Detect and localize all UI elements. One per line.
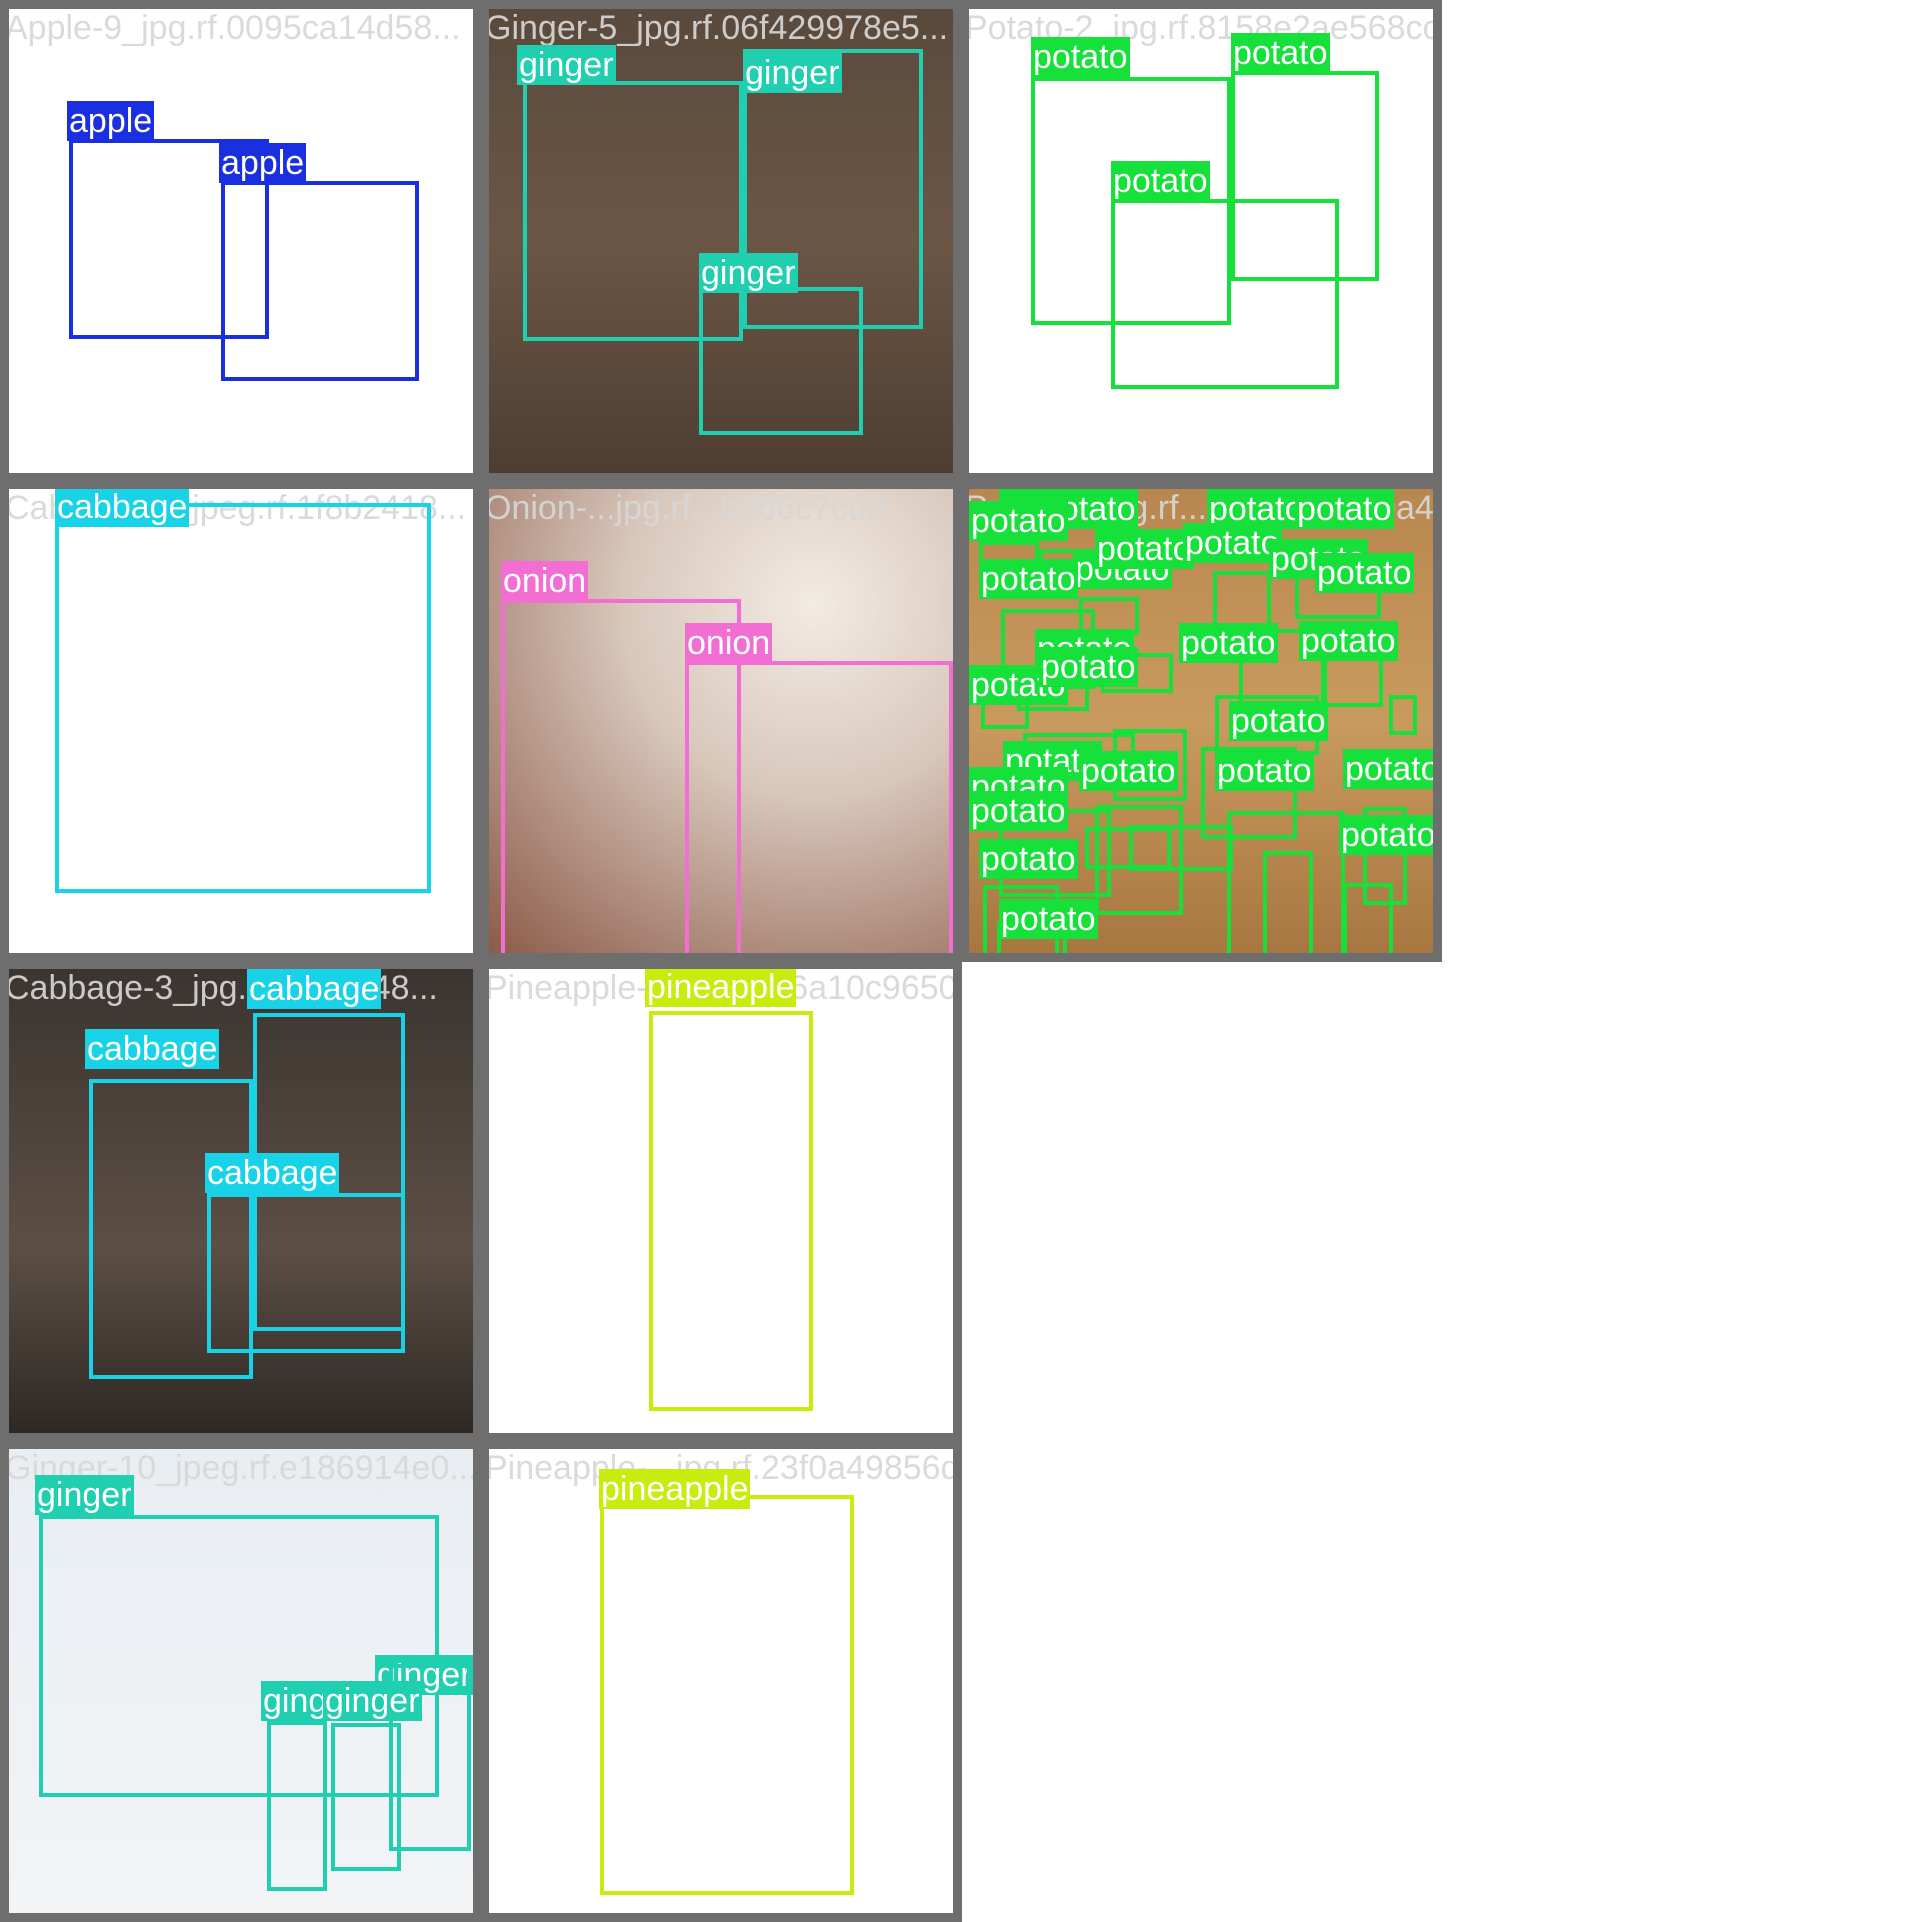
detection-label: potato	[1215, 751, 1314, 791]
bounding-box-potato	[1129, 825, 1233, 871]
detection-label: potato	[1183, 523, 1282, 563]
image-tile: Pineapple-...jpg.rf.23f0a49856da6ea74ca5…	[480, 1440, 962, 1922]
detection-label: potato	[1299, 621, 1398, 661]
detection-label: pineapple	[599, 1469, 751, 1509]
detection-label: ginger	[517, 45, 616, 85]
detection-label: onion	[685, 623, 773, 663]
detection-label: ginger	[35, 1475, 134, 1515]
bounding-box-potato	[1389, 695, 1417, 735]
image-tile: Cabbage-3_jpg.rf...726048... cabbage cabba…	[0, 960, 482, 1442]
detection-label: ginger	[743, 53, 842, 93]
detection-label: potato	[969, 501, 1068, 541]
image-tile: Cabbage-1_jpeg.rf.1f8b2418... cabbage	[0, 480, 482, 962]
bounding-box-ginger	[699, 287, 863, 435]
bounding-box-potato	[1323, 657, 1383, 707]
detection-label: pineapple	[645, 968, 797, 1007]
image-tile: Potato-...jpg.rf...ad212ba939a4c05eapota…	[960, 480, 1442, 962]
bounding-box-potato	[1213, 571, 1271, 627]
detection-label: potato	[1343, 749, 1440, 789]
bounding-box-pineapple	[649, 1011, 813, 1411]
bounding-box-cabbage	[207, 1193, 405, 1353]
detection-label: potato	[1231, 33, 1330, 73]
bounding-box-potato	[1263, 851, 1313, 953]
detection-label: potato	[1111, 161, 1210, 201]
bounding-box-ginger	[267, 1721, 327, 1891]
detection-label: apple	[67, 101, 155, 141]
tile-filename: Ginger-5_jpg.rf.06f429978e5...	[485, 9, 949, 47]
detection-label: potato	[979, 839, 1078, 879]
detection-label: cabbage	[55, 488, 190, 527]
detection-label: potato	[1031, 37, 1130, 77]
detection-label: potato	[1315, 553, 1414, 593]
image-tile: Ginger-5_jpg.rf.06f429978e5... ginger ging…	[480, 0, 962, 482]
bounding-box-potato	[1343, 883, 1393, 953]
detection-label: potato	[1095, 529, 1194, 569]
tile-filename: Onion-...jpg.rf...b966c7cd8	[485, 489, 886, 527]
detection-label: cabbage	[247, 969, 382, 1009]
detection-label: onion	[501, 561, 589, 601]
detection-label: potato	[1229, 701, 1328, 741]
detection-label: potato	[1179, 623, 1278, 663]
image-tile: Ginger-10_jpeg.rf.e186914e0... ginger ging…	[0, 1440, 482, 1922]
detection-label: cabbage	[85, 1029, 220, 1069]
detection-label: apple	[219, 143, 307, 183]
bounding-box-potato	[1111, 199, 1339, 389]
detection-label: ginger	[699, 253, 798, 293]
detection-label: ginger	[323, 1681, 422, 1721]
detection-label: potato	[999, 899, 1098, 939]
bounding-box-pineapple	[600, 1495, 854, 1895]
tile-filename: Apple-9_jpg.rf.0095ca14d58...	[5, 9, 461, 47]
detection-label: potato	[1079, 751, 1178, 791]
detection-label: potato	[1339, 815, 1436, 855]
image-tile: Potato-2_jpg.rf.8158e2ae568cc47ec5fc02po…	[960, 0, 1442, 482]
detection-label: potato	[979, 559, 1078, 599]
image-tile: Pineapple-...jpg.rf.fa6a10c96501c26a82c4…	[480, 960, 962, 1442]
bounding-box-cabbage	[55, 503, 431, 893]
image-tile: Apple-9_jpg.rf.0095ca14d58...apple apple	[0, 0, 482, 482]
detection-mosaic: Apple-9_jpg.rf.0095ca14d58...apple apple G…	[0, 0, 1920, 1922]
detection-label: potato	[1295, 489, 1394, 529]
bounding-box-apple	[221, 181, 419, 381]
image-tile: Onion-...jpg.rf...b966c7cd8 onion onion	[480, 480, 962, 962]
detection-label: potato	[969, 791, 1068, 831]
detection-label: potato	[1039, 647, 1138, 687]
detection-label: cabbage	[205, 1153, 340, 1193]
bounding-box-onion	[685, 661, 953, 953]
